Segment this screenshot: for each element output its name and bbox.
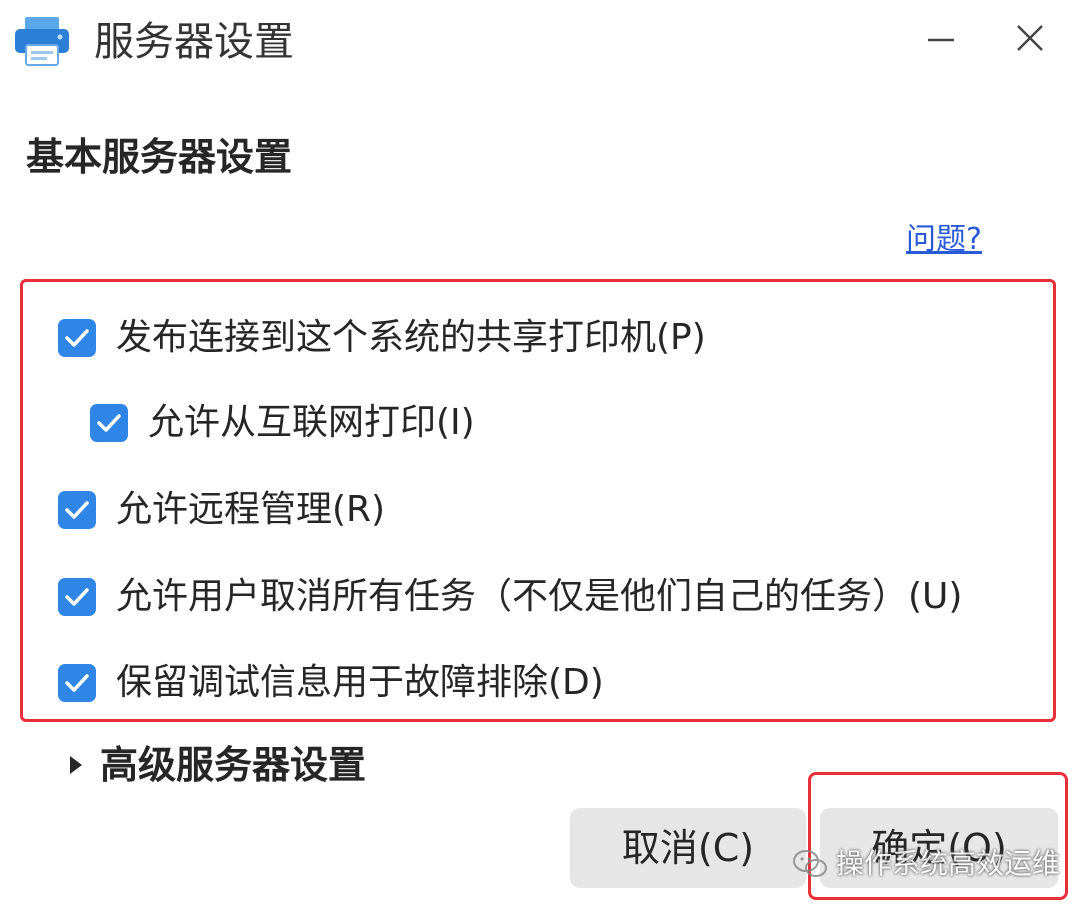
- checkmark-icon: [65, 329, 89, 347]
- option-label: 允许从互联网打印(I): [148, 402, 475, 443]
- checkmark-icon: [65, 674, 89, 692]
- watermark-text: 操作系统高效运维: [836, 847, 1061, 880]
- option-label: 发布连接到这个系统的共享打印机(P): [116, 317, 706, 358]
- checkbox-publish-shared-printers[interactable]: [58, 319, 96, 357]
- advanced-settings-expander[interactable]: 高级服务器设置: [70, 740, 366, 790]
- minimize-button[interactable]: [918, 18, 966, 62]
- option-allow-internet-printing[interactable]: 允许从互联网打印(I): [90, 393, 475, 453]
- checkbox-save-debug-info[interactable]: [58, 664, 96, 702]
- checkmark-icon: [65, 501, 89, 519]
- option-save-debug-info[interactable]: 保留调试信息用于故障排除(D): [58, 653, 604, 713]
- advanced-settings-label: 高级服务器设置: [100, 743, 367, 787]
- close-icon: [1017, 25, 1043, 51]
- option-label: 保留调试信息用于故障排除(D): [116, 662, 604, 703]
- watermark: 操作系统高效运维: [792, 846, 1060, 882]
- expander-arrow-icon: [70, 756, 82, 774]
- title-bar: 服务器设置: [0, 0, 1080, 86]
- printer-icon: [12, 14, 72, 68]
- cancel-button[interactable]: 取消(C): [570, 808, 806, 888]
- checkbox-allow-cancel-all-jobs[interactable]: [58, 578, 96, 616]
- checkmark-icon: [97, 414, 121, 432]
- checkbox-allow-remote-admin[interactable]: [58, 491, 96, 529]
- server-settings-dialog: 服务器设置 基本服务器设置 问题? 发布连接到这个系统的共享打印机(P) 允许从…: [0, 0, 1080, 913]
- checkbox-allow-internet-printing[interactable]: [90, 404, 128, 442]
- checkmark-icon: [65, 588, 89, 606]
- option-allow-cancel-all-jobs[interactable]: 允许用户取消所有任务（不仅是他们自己的任务）(U): [58, 567, 962, 627]
- minimize-icon: [928, 38, 954, 42]
- option-label: 允许远程管理(R): [116, 489, 386, 530]
- option-publish-shared-printers[interactable]: 发布连接到这个系统的共享打印机(P): [58, 308, 706, 368]
- wechat-icon: [793, 850, 827, 877]
- option-label: 允许用户取消所有任务（不仅是他们自己的任务）(U): [116, 576, 963, 617]
- close-button[interactable]: [1006, 18, 1054, 62]
- window-title: 服务器设置: [94, 19, 294, 65]
- help-link[interactable]: 问题?: [906, 220, 982, 260]
- section-title: 基本服务器设置: [26, 135, 293, 179]
- option-allow-remote-admin[interactable]: 允许远程管理(R): [58, 480, 385, 540]
